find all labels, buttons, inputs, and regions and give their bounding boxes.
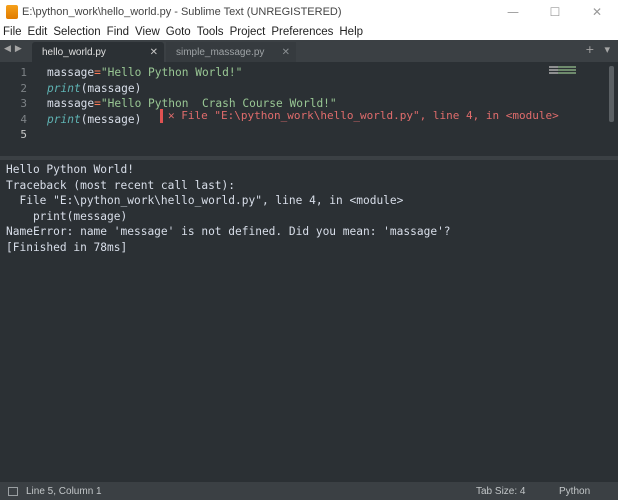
tab-list-dropdown-icon[interactable]: ▾ (604, 43, 610, 56)
error-marker (160, 109, 163, 123)
output-line: print(message) (6, 209, 128, 223)
menu-goto[interactable]: Goto (163, 26, 194, 38)
tab-label: hello_world.py (42, 46, 106, 58)
code-token: = (94, 97, 101, 110)
code-area[interactable]: massage="Hello Python World!" print(massa… (47, 65, 337, 143)
line-number: 5 (20, 128, 27, 141)
code-token: massage (47, 97, 95, 110)
code-line[interactable]: print(massage) (47, 81, 337, 97)
code-line[interactable] (47, 127, 337, 143)
code-token: (massage) (80, 81, 142, 95)
title-bar: E:\python_work\hello_world.py - Sublime … (0, 0, 618, 24)
code-token: massage (47, 66, 95, 79)
code-line[interactable]: massage="Hello Python World!" (47, 65, 337, 81)
tab-bar: ◀ ▶ hello_world.py ✕ simple_massage.py ✕… (0, 40, 618, 62)
tab-size-indicator[interactable]: Tab Size: 4 (476, 486, 525, 497)
status-bar: Line 5, Column 1 Tab Size: 4 Python (0, 482, 618, 500)
error-phantom: ✕ File "E:\python_work\hello_world.py", … (168, 108, 559, 123)
output-line: [Finished in 78ms] (6, 240, 128, 254)
code-token: "Hello Python World!" (100, 66, 243, 79)
menu-selection[interactable]: Selection (50, 26, 103, 38)
menu-find[interactable]: Find (104, 26, 132, 38)
window-title: E:\python_work\hello_world.py - Sublime … (22, 6, 342, 18)
tab-label: simple_massage.py (176, 46, 265, 58)
close-window-button[interactable]: ✕ (576, 0, 618, 24)
editor-scrollbar[interactable] (609, 66, 614, 122)
tab-simple-massage[interactable]: simple_massage.py ✕ (166, 42, 296, 62)
window-controls: — ☐ ✕ (492, 0, 618, 24)
line-number: 1 (20, 66, 27, 79)
maximize-button[interactable]: ☐ (534, 0, 576, 24)
code-token: print (47, 112, 81, 126)
build-output-panel: Hello Python World! Traceback (most recen… (0, 160, 618, 482)
minimize-button[interactable]: — (492, 0, 534, 24)
menu-bar: File Edit Selection Find View Goto Tools… (0, 24, 618, 40)
line-number: 4 (20, 112, 27, 126)
syntax-indicator[interactable]: Python (559, 486, 590, 497)
menu-preferences[interactable]: Preferences (268, 26, 336, 38)
line-number: 2 (20, 81, 27, 95)
menu-file[interactable]: File (0, 26, 25, 38)
error-phantom-text: File "E:\python_work\hello_world.py", li… (181, 109, 559, 122)
output-line: File "E:\python_work\hello_world.py", li… (6, 194, 404, 207)
build-output-text: Hello Python World! Traceback (most recen… (6, 162, 451, 255)
menu-view[interactable]: View (132, 26, 163, 38)
nav-right-icon[interactable]: ▶ (15, 44, 22, 54)
error-phantom-close-icon[interactable]: ✕ (168, 109, 175, 122)
tab-navigation: ◀ ▶ (4, 44, 22, 54)
panel-toggle-icon[interactable] (8, 486, 18, 496)
output-line: NameError: name 'message' is not defined… (6, 225, 451, 238)
code-token: print (47, 81, 81, 95)
tab-tools: + ▾ (585, 43, 610, 56)
menu-project[interactable]: Project (227, 26, 269, 38)
tab-close-icon[interactable]: ✕ (150, 47, 158, 58)
nav-left-icon[interactable]: ◀ (4, 44, 11, 54)
output-line: Traceback (most recent call last): (6, 178, 236, 192)
tab-close-icon[interactable]: ✕ (282, 47, 290, 58)
sublime-app-icon (6, 5, 18, 19)
menu-tools[interactable]: Tools (194, 26, 227, 38)
cursor-position: Line 5, Column 1 (26, 485, 102, 497)
code-editor[interactable]: 12345 massage="Hello Python World!" print… (0, 62, 618, 156)
tab-hello-world[interactable]: hello_world.py ✕ (32, 42, 164, 62)
new-tab-icon[interactable]: + (585, 43, 594, 56)
code-token: = (94, 66, 101, 79)
output-line: Hello Python World! (6, 163, 134, 176)
menu-help[interactable]: Help (336, 26, 366, 38)
minimap[interactable] (549, 66, 579, 76)
code-token: (message) (80, 112, 142, 126)
line-number: 3 (20, 97, 27, 110)
menu-edit[interactable]: Edit (25, 26, 51, 38)
line-number-gutter: 1 2 3 4 5 (0, 65, 32, 143)
